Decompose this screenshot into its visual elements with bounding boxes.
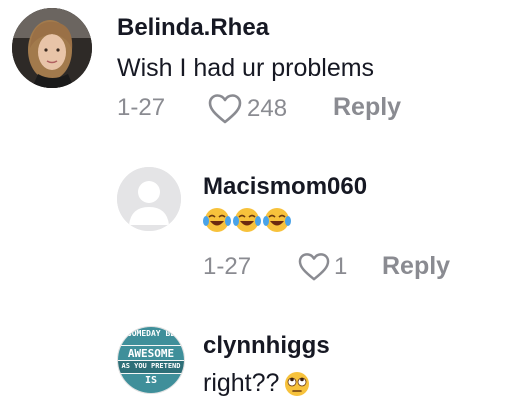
comment-username[interactable]: Macismom060 <box>203 173 367 201</box>
comments-thread: Belinda.Rhea Wish I had ur problems 1-27… <box>0 0 532 406</box>
reply-button[interactable]: Reply <box>382 252 450 281</box>
face-with-rolling-eyes-icon <box>285 371 310 396</box>
badge-line: IS <box>144 375 158 386</box>
like-count: 1 <box>334 253 348 280</box>
like-button[interactable]: 248 <box>207 93 287 125</box>
badge-line: SOMEDAY BE <box>126 329 176 338</box>
comment-date: 1-27 <box>203 253 252 280</box>
heart-outline-icon <box>208 94 242 124</box>
comment-username[interactable]: clynnhiggs <box>203 332 330 360</box>
badge-line: AS YOU PRETEND <box>121 362 181 370</box>
user-photo-icon <box>12 8 92 88</box>
avatar[interactable] <box>12 8 92 88</box>
avatar[interactable]: SOMEDAY BE AWESOME AS YOU PRETEND IS <box>117 326 185 394</box>
comment-date: 1-27 <box>117 94 166 121</box>
badge-line: AWESOME <box>127 347 175 360</box>
reply-button[interactable]: Reply <box>333 93 401 122</box>
comment-text: Wish I had ur problems <box>117 54 375 82</box>
default-avatar-icon <box>117 167 181 231</box>
avatar[interactable] <box>117 167 181 231</box>
comment-username[interactable]: Belinda.Rhea <box>117 14 269 42</box>
comment-text <box>203 206 293 236</box>
heart-outline-icon <box>298 253 330 281</box>
comment-text: right?? <box>203 369 311 398</box>
like-button[interactable]: 1 <box>297 252 347 282</box>
comment-text-content: right?? <box>203 369 280 397</box>
like-count: 248 <box>247 95 288 122</box>
face-with-tears-of-joy-icon <box>203 208 291 232</box>
